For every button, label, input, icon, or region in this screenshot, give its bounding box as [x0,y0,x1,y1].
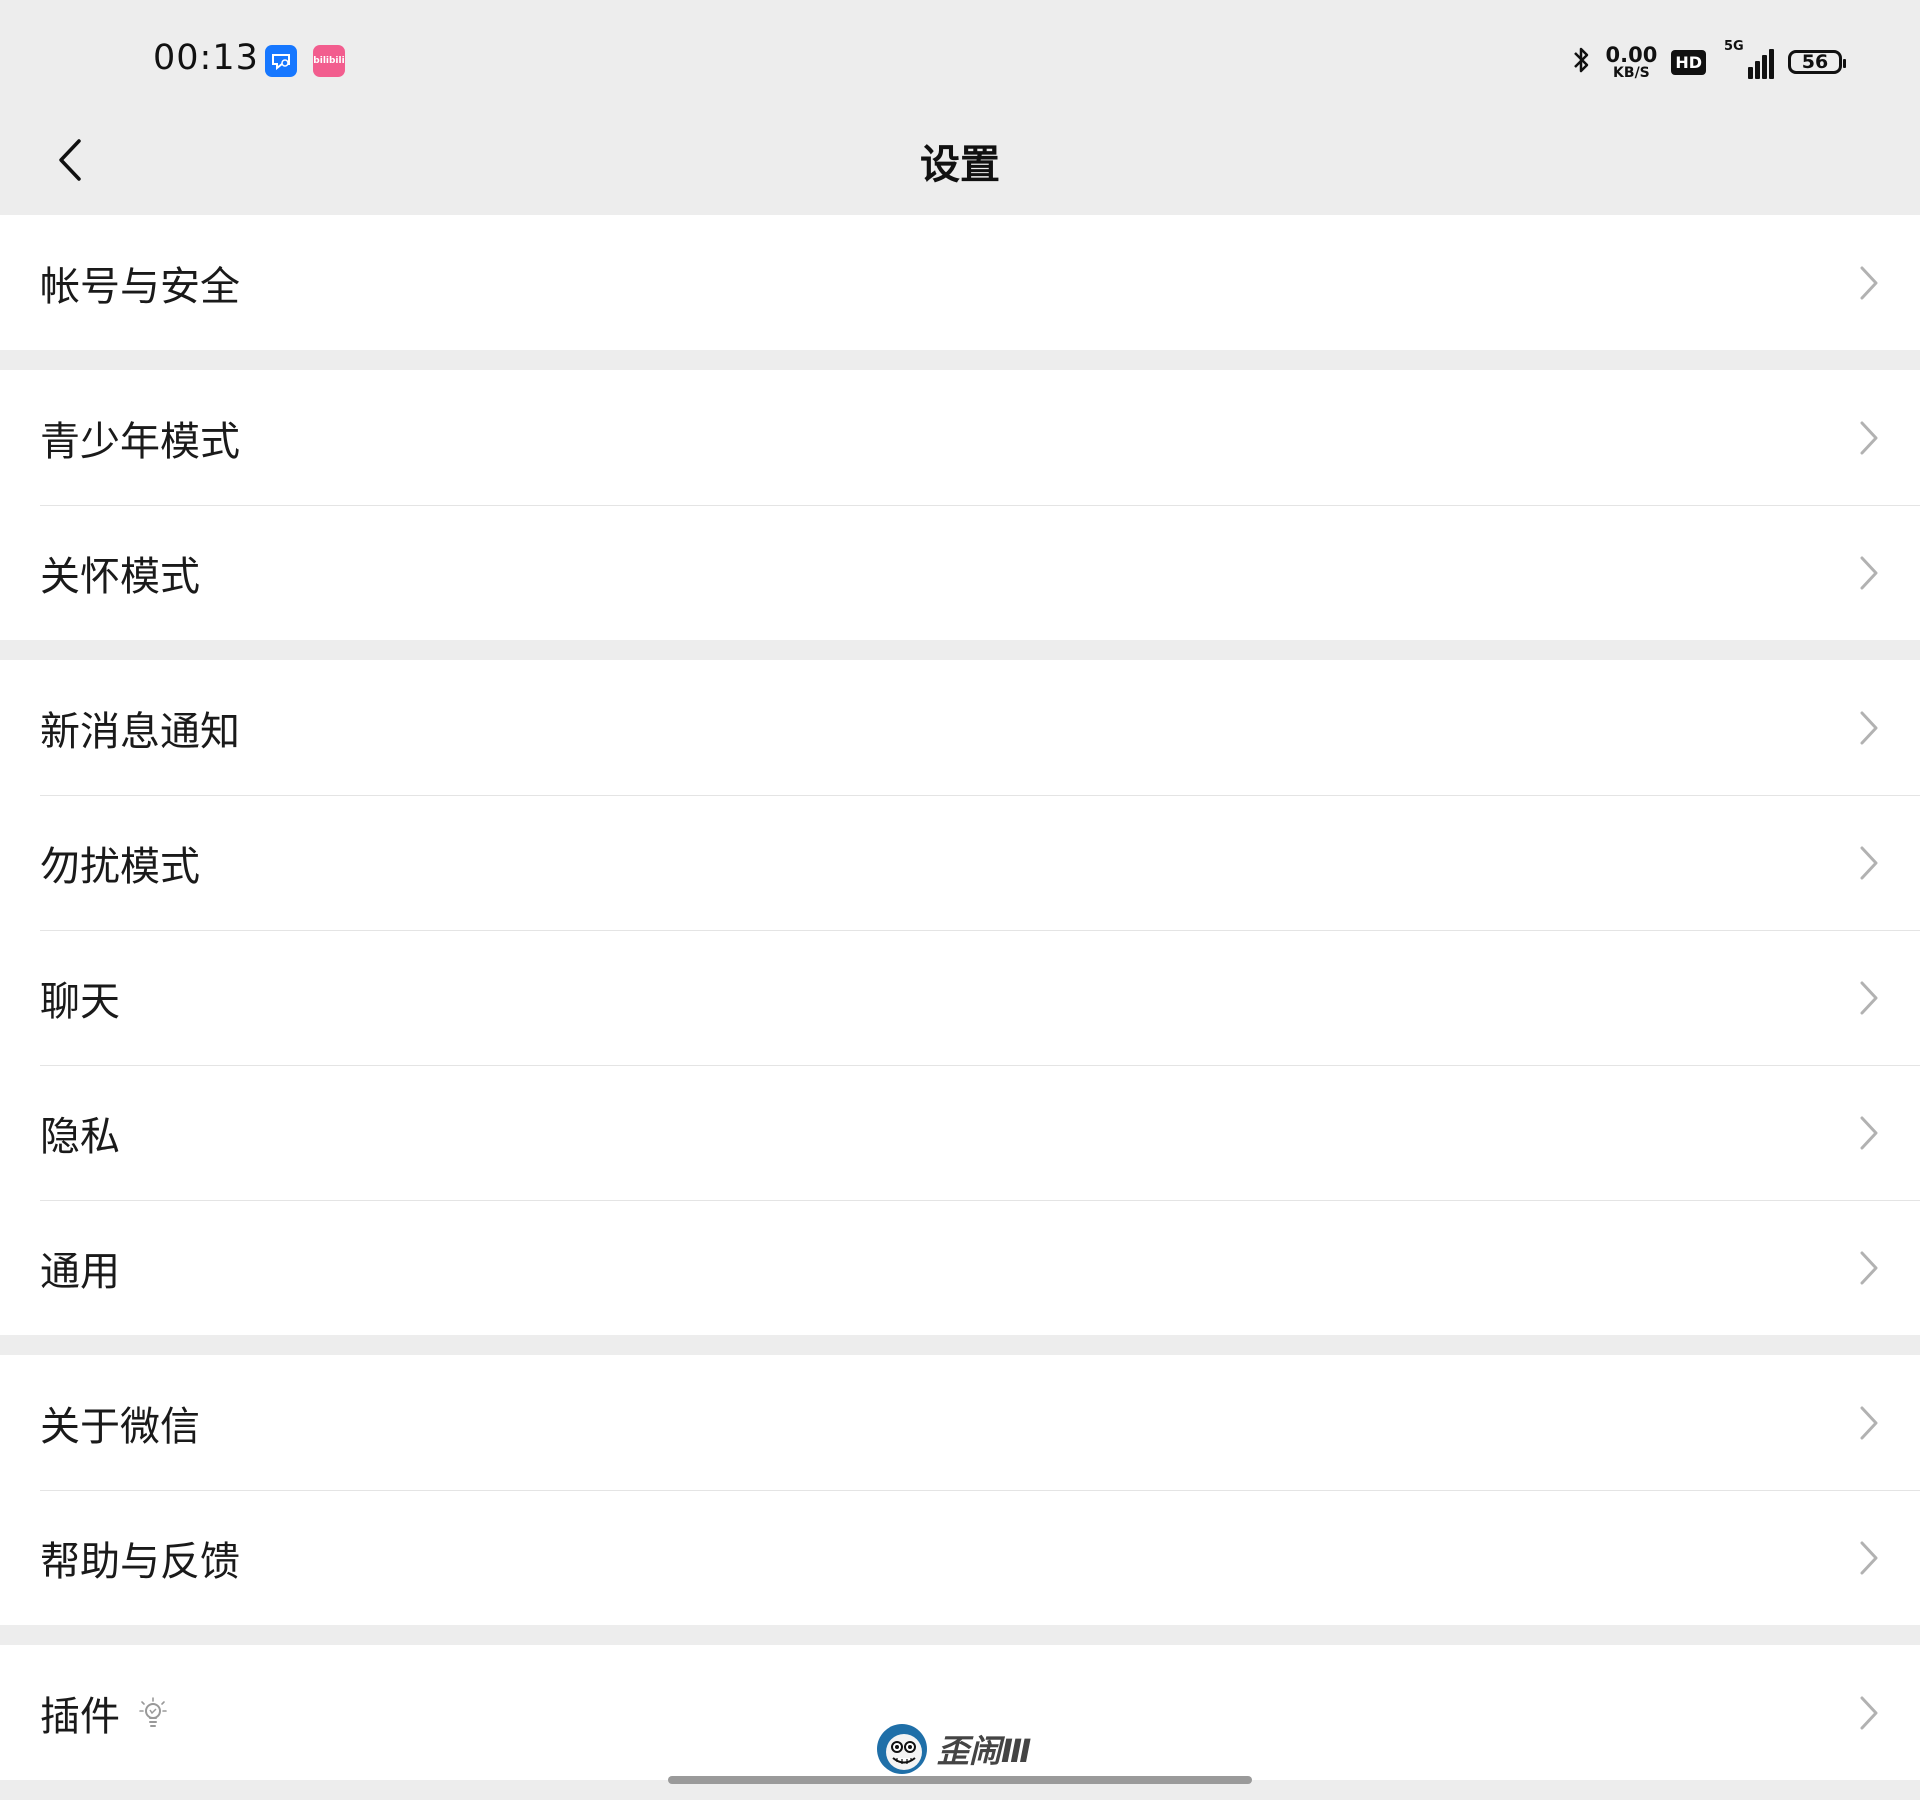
settings-item-notifications[interactable]: 新消息通知 [0,660,1920,795]
watermark-text: 歪闹Ⅲ [937,1732,1032,1770]
message-app-icon [265,45,297,77]
battery-level: 56 [1801,51,1829,73]
settings-item-label: 关怀模式 [40,553,200,600]
status-bar: 00:13 bilibili 0.00 KB/S HD 5G 56 [0,0,1920,110]
chevron-right-icon [1860,711,1878,744]
settings-item-label: 聊天 [40,978,120,1025]
chevron-right-icon [1860,1541,1878,1574]
settings-item-label: 帮助与反馈 [40,1538,240,1585]
network-speed-value: 0.00 [1605,42,1658,67]
page-title: 设置 [920,142,1000,188]
network-speed: 0.00 KB/S [1605,42,1658,81]
watermark: 歪闹Ⅲ [875,1722,1031,1776]
chevron-right-icon [1860,266,1878,299]
battery-icon: 56 [1788,50,1846,74]
settings-item-help-feedback[interactable]: 帮助与反馈 [0,1490,1920,1625]
status-time: 00:13 [153,38,259,78]
settings-group-modes: 青少年模式 关怀模式 [0,370,1920,640]
mascot-face-icon [877,1724,927,1774]
chevron-right-icon [1860,1116,1878,1149]
hd-badge: HD [1671,49,1706,75]
settings-item-general[interactable]: 通用 [0,1200,1920,1335]
settings-item-label: 青少年模式 [40,418,240,465]
bilibili-app-icon: bilibili [313,45,345,77]
chevron-right-icon [1860,1251,1878,1284]
settings-item-about-wechat[interactable]: 关于微信 [0,1355,1920,1490]
chevron-right-icon [1860,421,1878,454]
settings-item-label: 插件 [40,1693,120,1740]
settings-item-privacy[interactable]: 隐私 [0,1065,1920,1200]
settings-item-account-security[interactable]: 帐号与安全 [0,215,1920,350]
network-type-label: 5G [1724,39,1744,54]
settings-item-label: 帐号与安全 [40,263,240,310]
settings-item-label: 通用 [40,1248,120,1295]
settings-item-label: 新消息通知 [40,708,240,755]
settings-group-general: 新消息通知 勿扰模式 聊天 隐私 通用 [0,660,1920,1335]
settings-item-label: 关于微信 [40,1403,200,1450]
bluetooth-icon [1570,44,1592,80]
settings-list: 帐号与安全 青少年模式 关怀模式 新消息通知 勿扰模式 聊天 隐私 通用 关于微… [0,215,1920,1800]
chevron-right-icon [1860,1696,1878,1729]
chevron-right-icon [1860,846,1878,879]
settings-item-label: 勿扰模式 [40,843,200,890]
status-indicators: 0.00 KB/S HD 5G 56 [1570,39,1846,84]
home-indicator[interactable] [668,1776,1252,1784]
chevron-right-icon [1860,1406,1878,1439]
chevron-right-icon [1860,556,1878,589]
settings-item-teen-mode[interactable]: 青少年模式 [0,370,1920,505]
settings-group-about: 关于微信 帮助与反馈 [0,1355,1920,1625]
settings-item-care-mode[interactable]: 关怀模式 [0,505,1920,640]
lightbulb-icon [138,1696,168,1730]
bilibili-app-label: bilibili [313,56,345,66]
settings-item-label: 隐私 [40,1113,120,1160]
signal-strength-icon: 5G [1720,39,1774,79]
chevron-right-icon [1860,981,1878,1014]
title-bar: 设置 [0,110,1920,214]
settings-item-chat[interactable]: 聊天 [0,930,1920,1065]
network-speed-unit: KB/S [1613,64,1650,81]
settings-group-account: 帐号与安全 [0,215,1920,350]
settings-item-do-not-disturb[interactable]: 勿扰模式 [0,795,1920,930]
